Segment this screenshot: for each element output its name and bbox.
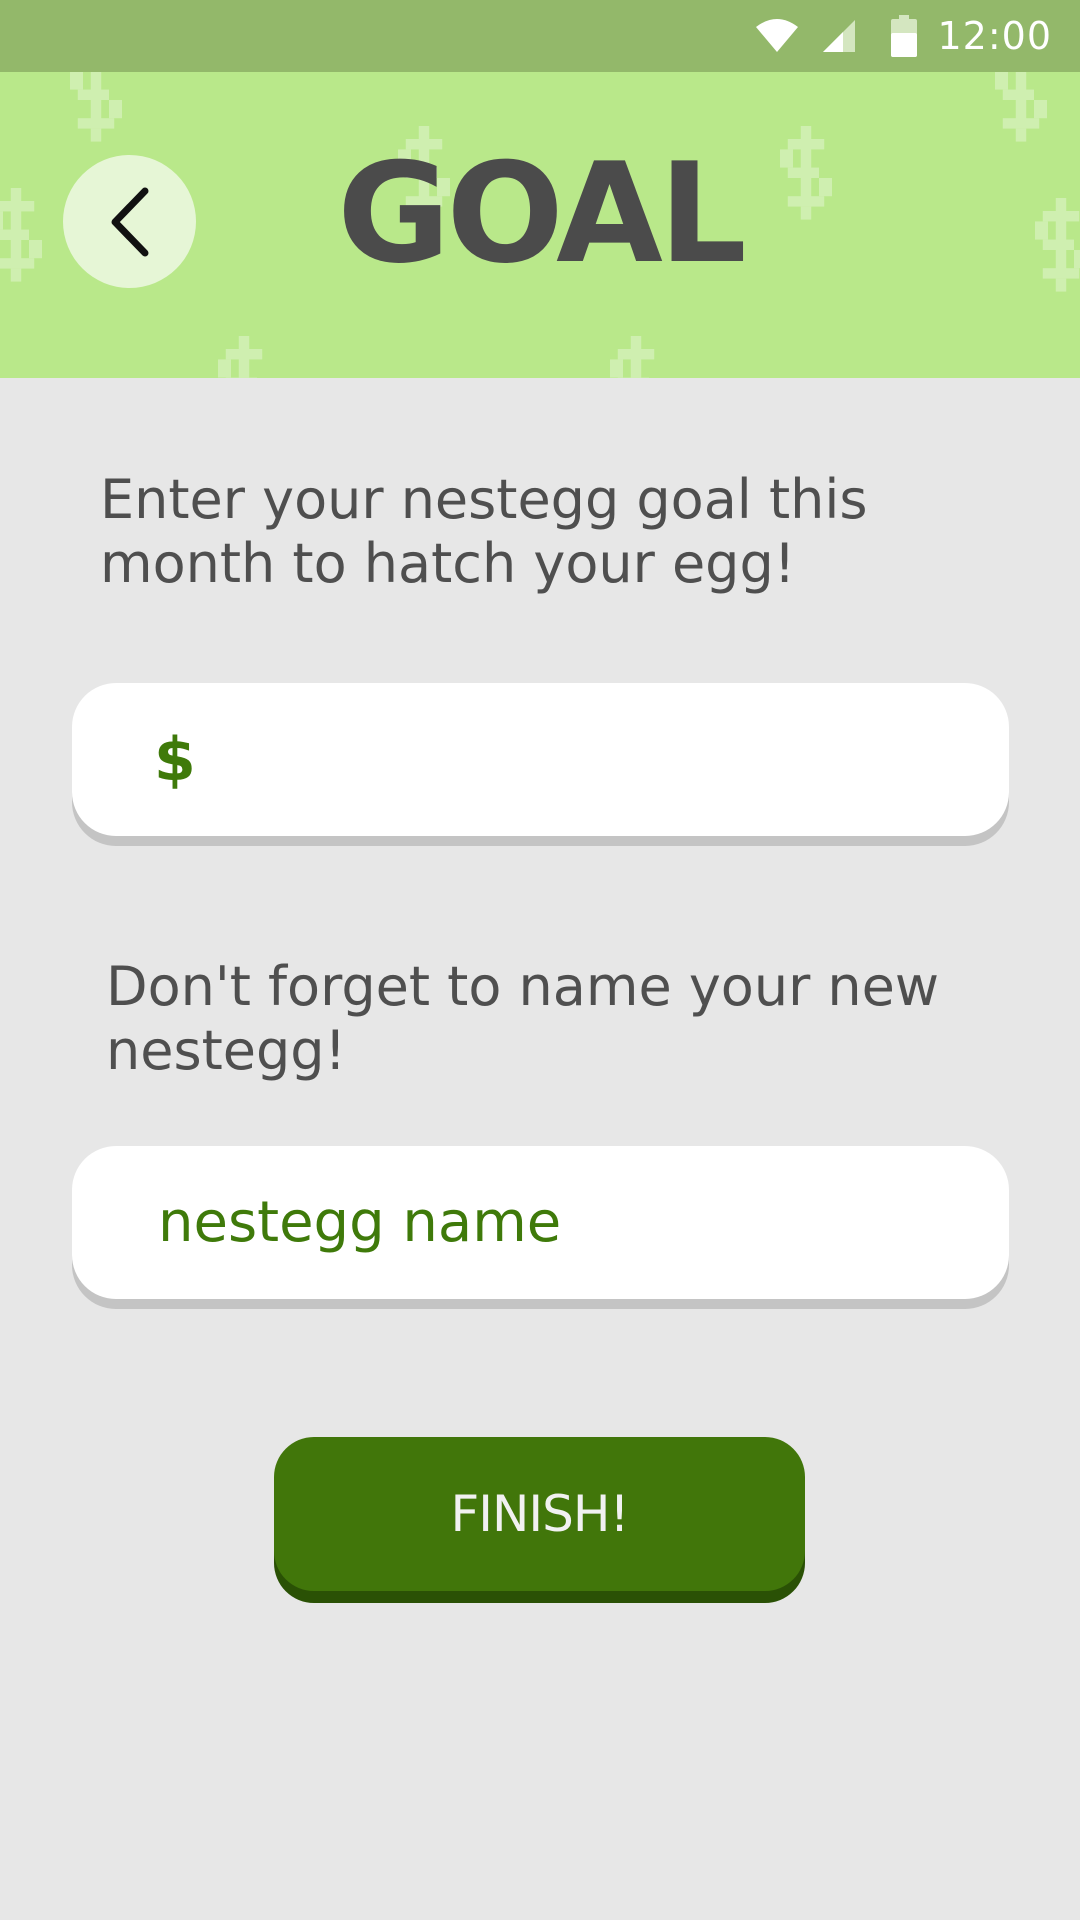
status-bar: 12:00 [0,0,1080,72]
page-title: GOAL [337,133,747,294]
nestegg-name-field[interactable] [72,1146,1009,1299]
goal-prompt: Enter your nestegg goal this month to ha… [100,468,868,595]
name-prompt: Don't forget to name your new nestegg! [106,955,940,1082]
currency-symbol: $ [154,724,196,795]
battery-icon [891,15,918,57]
wifi-icon [756,19,799,52]
goal-amount-field[interactable]: $ [72,683,1009,836]
nestegg-name-input[interactable] [156,1171,980,1274]
status-icons: 12:00 [755,0,1052,72]
header: GOAL [0,72,1080,378]
goal-amount-input[interactable] [211,708,976,811]
status-time: 12:00 [937,14,1052,58]
signal-icon [823,20,856,52]
finish-button[interactable]: FINISH! [274,1437,805,1591]
